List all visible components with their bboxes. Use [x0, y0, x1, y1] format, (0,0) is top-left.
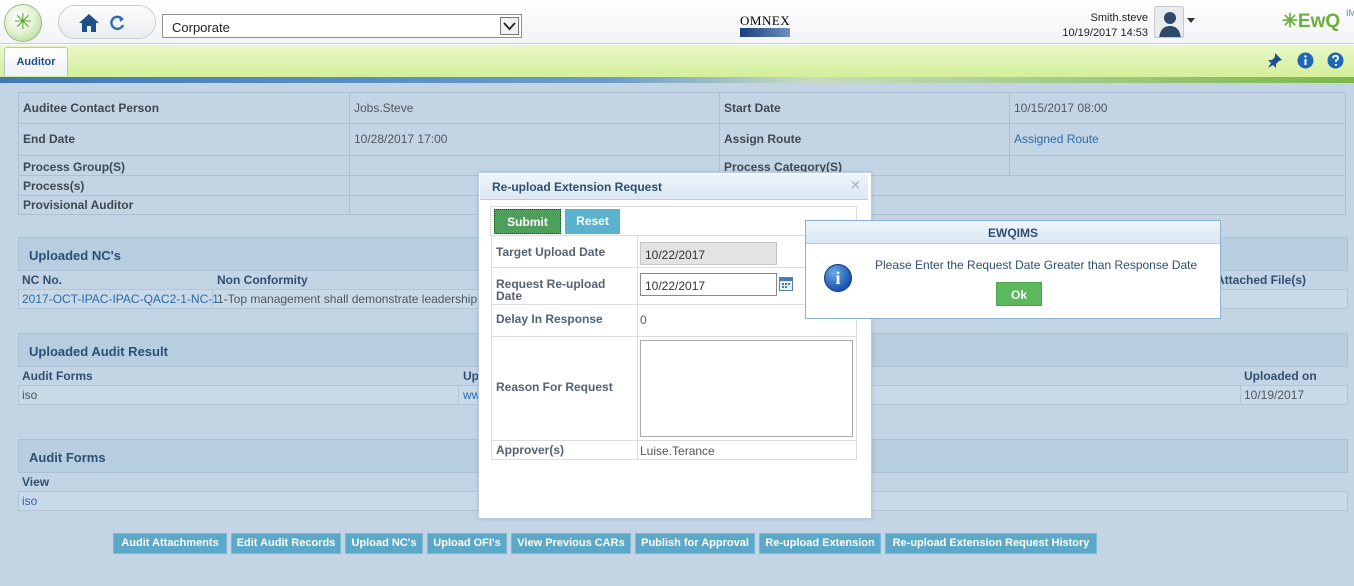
refresh-icon[interactable]	[108, 14, 126, 32]
pin-icon[interactable]	[1266, 52, 1283, 69]
nav-pill	[58, 5, 156, 39]
brand-logo-sub: IMS	[1346, 8, 1354, 18]
delay-value: 0	[640, 313, 647, 327]
alert-message: Please Enter the Request Date Greater th…	[875, 258, 1198, 272]
help-icon[interactable]	[1327, 52, 1344, 69]
alert-title: EWQIMS	[806, 221, 1220, 244]
omnex-logo-text: OMNEX	[740, 13, 791, 28]
start-date-label: Start Date	[720, 92, 1010, 124]
user-avatar-icon[interactable]	[1154, 6, 1184, 38]
target-upload-label: Target Upload Date	[496, 245, 606, 259]
ok-button[interactable]: Ok	[996, 282, 1042, 306]
end-date-value: 10/28/2017 17:00	[350, 124, 720, 156]
column-divider	[1240, 385, 1241, 405]
chevron-down-icon[interactable]	[500, 17, 519, 35]
audit-form-link[interactable]: iso	[22, 494, 37, 508]
provisional-auditor-label: Provisional Auditor	[18, 196, 350, 215]
nc-no-column-header: NC No.	[22, 273, 62, 287]
user-name: Smith.steve	[1090, 12, 1148, 24]
dialog-title: Re-upload Extension Request	[480, 174, 868, 200]
target-upload-date-field: 10/22/2017	[640, 242, 777, 265]
info-icon: i	[824, 264, 852, 292]
approvers-row: Approver(s) Luise.Terance	[491, 441, 857, 460]
field-divider	[637, 305, 638, 336]
user-menu-caret-icon[interactable]	[1187, 18, 1195, 23]
calendar-icon[interactable]	[779, 277, 793, 291]
request-reupload-label: Request Re-upload Date	[496, 278, 605, 302]
publish-for-approval-button[interactable]: Publish for Approval	[635, 533, 755, 554]
app-logo-icon[interactable]: ✳	[4, 4, 42, 42]
current-datetime: 10/19/2017 14:53	[1062, 27, 1148, 39]
end-date-label: End Date	[18, 124, 350, 156]
field-divider	[637, 337, 638, 440]
edit-audit-records-button[interactable]: Edit Audit Records	[231, 533, 341, 554]
auditee-contact-label: Auditee Contact Person	[18, 92, 350, 124]
auditee-contact-value: Jobs.Steve	[350, 92, 720, 124]
field-divider	[637, 236, 638, 267]
submit-button[interactable]: Submit	[494, 209, 561, 234]
audit-attachments-button[interactable]: Audit Attachments	[113, 533, 227, 554]
approvers-value: Luise.Terance	[640, 444, 715, 458]
start-date-value: 10/15/2017 08:00	[1010, 92, 1346, 124]
approvers-label: Approver(s)	[496, 443, 565, 457]
non-conformity-text: 1-Top management shall demonstrate leade…	[217, 292, 478, 306]
nc-number-link[interactable]: 2017-OCT-IPAC-IPAC-QAC2-1-NC-1	[22, 292, 219, 306]
reupload-extension-history-button[interactable]: Re-upload Extension Request History	[885, 533, 1097, 554]
field-divider	[637, 268, 638, 304]
info-icon[interactable]	[1297, 52, 1314, 69]
delay-row: Delay In Response 0	[491, 305, 857, 337]
field-divider	[637, 441, 638, 459]
omnex-logo-bar	[740, 28, 790, 37]
tab-strip	[0, 45, 1354, 77]
assign-route-link[interactable]: Assigned Route	[1010, 124, 1346, 156]
process-category-value	[1010, 156, 1346, 176]
reset-button[interactable]: Reset	[565, 209, 620, 234]
uploaded-on-column-header: Uploaded on	[1244, 369, 1317, 383]
organization-select[interactable]: Corporate	[162, 14, 522, 38]
column-divider	[212, 289, 213, 309]
non-conformity-column-header: Non Conformity	[217, 273, 308, 287]
audit-form-value: iso	[22, 388, 38, 402]
organization-select-value: Corporate	[172, 20, 230, 35]
uploaded-on-value: 10/19/2017	[1244, 388, 1305, 402]
close-icon[interactable]: ×	[850, 178, 862, 193]
tab-auditor[interactable]: Auditor	[4, 47, 68, 76]
brand-logo: ✳EwQ IMS	[1282, 8, 1354, 38]
audit-forms-column-header: Audit Forms	[22, 369, 93, 383]
reupload-extension-button[interactable]: Re-upload Extension	[759, 533, 881, 554]
attached-files-column-header: Attached File(s)	[1216, 273, 1307, 287]
reason-textarea[interactable]	[640, 340, 853, 437]
delay-label: Delay In Response	[496, 312, 603, 326]
upload-ofis-button[interactable]: Upload OFI's	[427, 533, 507, 554]
view-previous-cars-button[interactable]: View Previous CARs	[511, 533, 631, 554]
request-reupload-date-input[interactable]: 10/22/2017	[640, 273, 777, 296]
home-icon[interactable]	[78, 13, 100, 33]
process-group-label: Process Group(S)	[18, 156, 350, 176]
view-column-header: View	[22, 475, 50, 489]
omnex-logo: OMNEX	[740, 13, 790, 37]
brand-logo-text: ✳EwQ	[1282, 11, 1341, 32]
process-label: Process(s)	[18, 176, 350, 196]
request-reupload-label-line2: Date	[496, 289, 523, 303]
reason-label: Reason For Request	[496, 380, 613, 394]
assign-route-label: Assign Route	[720, 124, 1010, 156]
column-divider	[458, 385, 459, 405]
uploaded-column-header: Up	[463, 369, 479, 383]
upload-ncs-button[interactable]: Upload NC's	[345, 533, 423, 554]
